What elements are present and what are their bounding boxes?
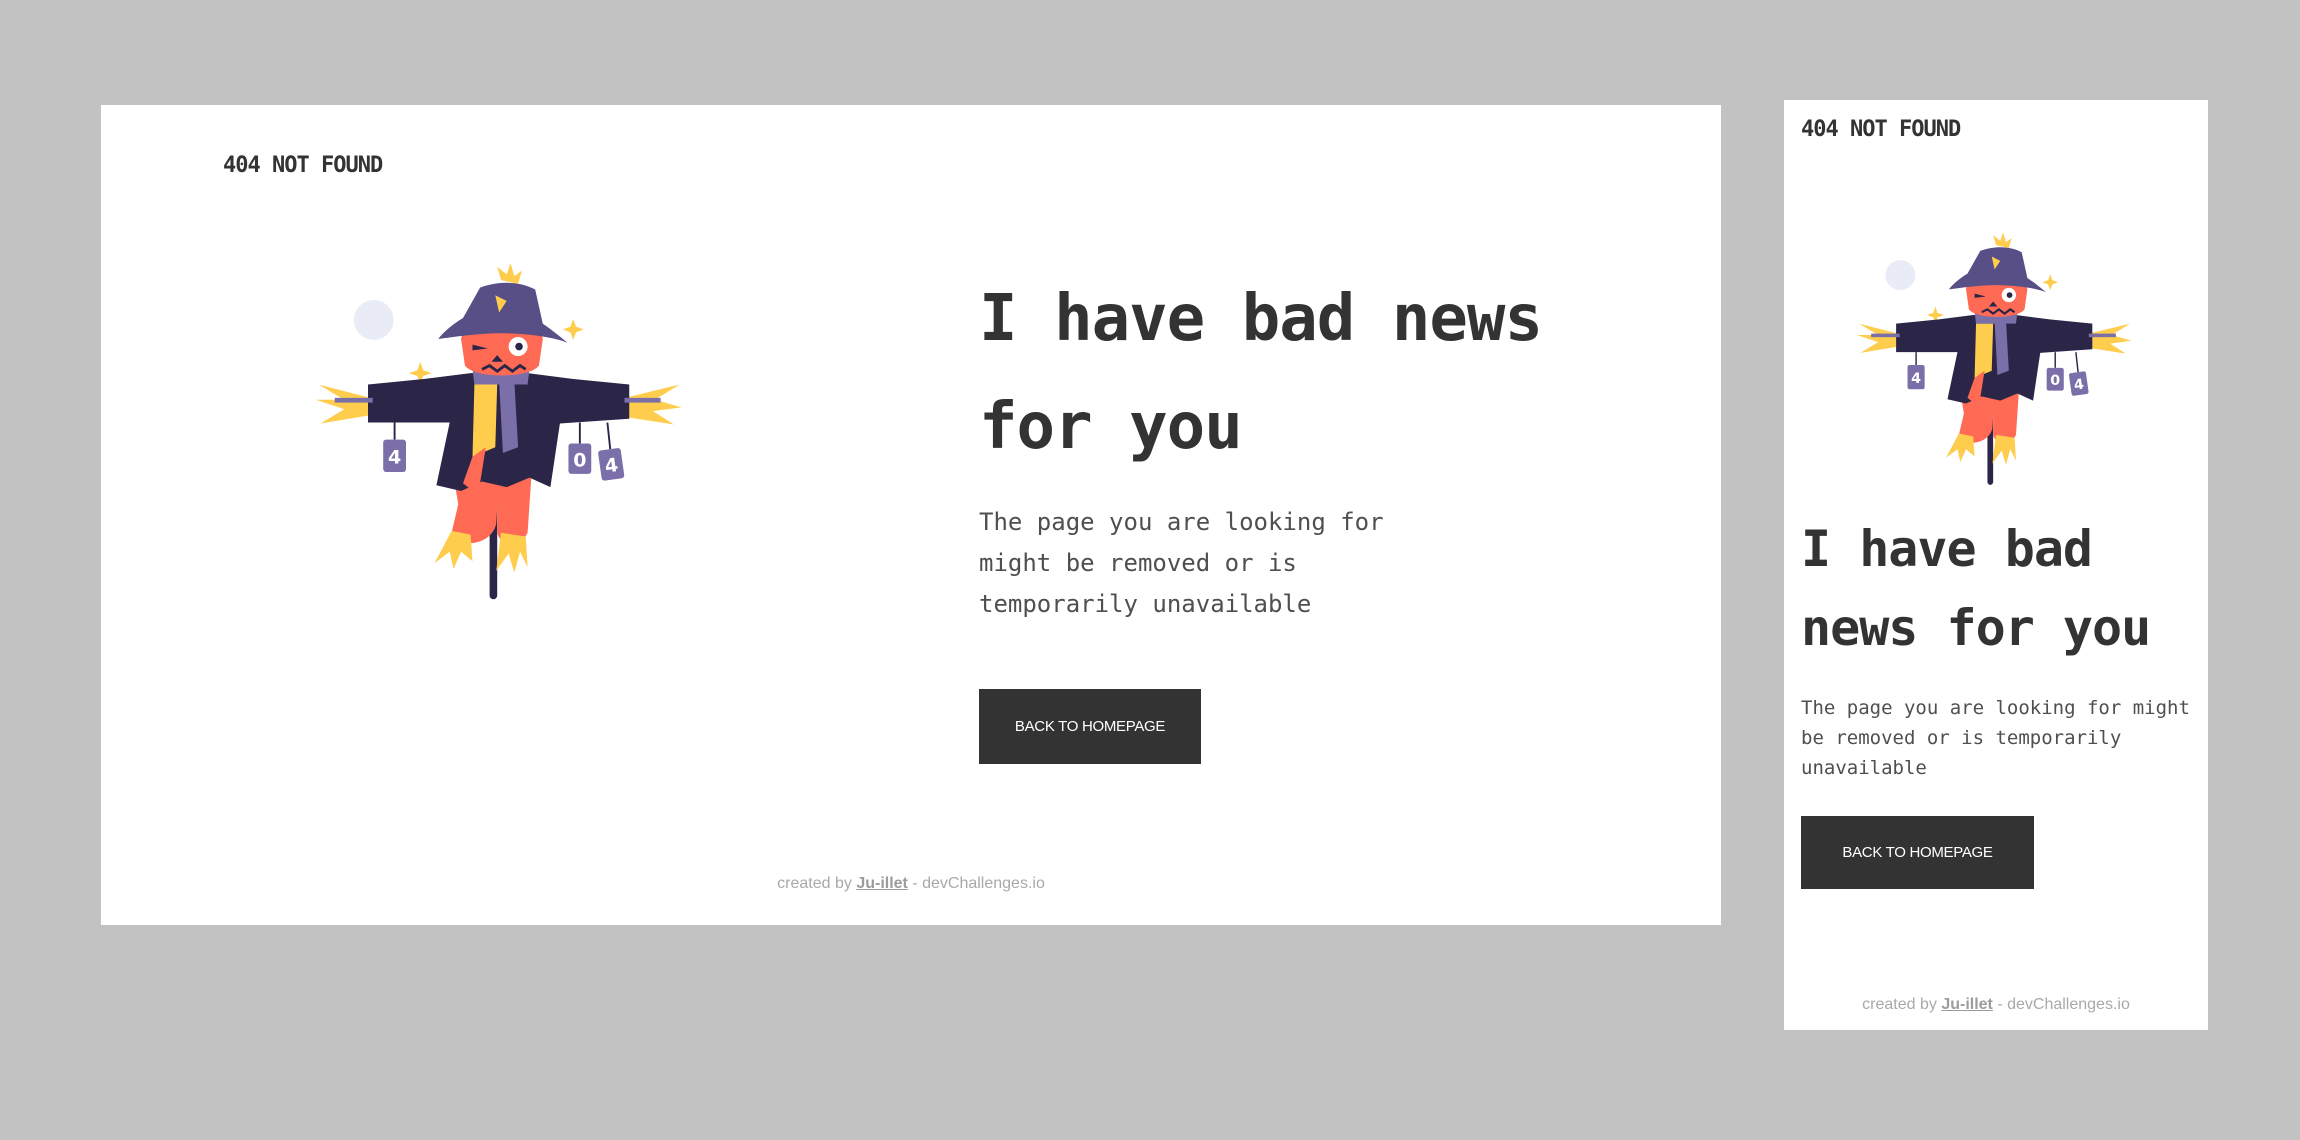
footer-prefix: created by xyxy=(777,875,852,892)
error-message: The page you are looking for might be re… xyxy=(1801,697,2190,779)
brand-logo[interactable]: 404 NOT FOUND xyxy=(223,153,383,178)
back-to-homepage-button[interactable]: BACK TO HOMEPAGE xyxy=(1801,816,2034,889)
page-title: I have bad news for you xyxy=(979,282,1543,464)
back-to-homepage-button[interactable]: BACK TO HOMEPAGE xyxy=(979,689,1201,764)
author-link[interactable]: Ju-illet xyxy=(1941,996,1993,1013)
footer-credit: created by Ju-illet - devChallenges.io xyxy=(1784,996,2208,1014)
footer-credit: created by Ju-illet - devChallenges.io xyxy=(101,875,1721,893)
page-title: I have bad news for you xyxy=(1801,520,2151,657)
footer-suffix: - devChallenges.io xyxy=(1997,996,2130,1013)
error-message: The page you are looking for might be re… xyxy=(979,508,1384,618)
brand-logo[interactable]: 404 NOT FOUND xyxy=(1801,117,1961,142)
scarecrow-illustration xyxy=(311,253,691,613)
footer-suffix: - devChallenges.io xyxy=(912,875,1045,892)
author-link[interactable]: Ju-illet xyxy=(856,875,908,892)
desktop-page: 404 NOT FOUND I have bad news for you Th… xyxy=(101,105,1721,925)
scarecrow-illustration xyxy=(1834,228,2158,492)
mobile-page: 404 NOT FOUND I have bad news for you Th… xyxy=(1784,100,2208,1030)
footer-prefix: created by xyxy=(1862,996,1937,1013)
